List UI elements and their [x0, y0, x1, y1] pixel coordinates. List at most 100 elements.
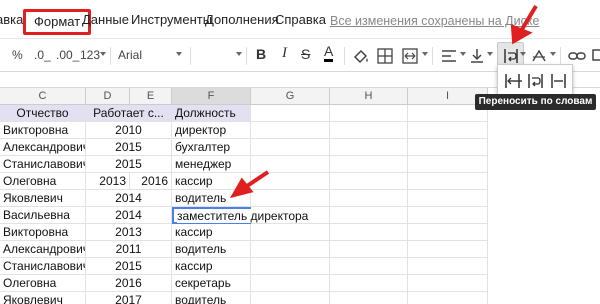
table-cell-year[interactable]: 2011	[86, 241, 172, 258]
grid-cell[interactable]	[330, 241, 408, 258]
menu-help[interactable]: Справка	[275, 12, 326, 28]
table-cell-patronymic[interactable]: Александрович	[0, 139, 86, 156]
column-header-c[interactable]: C	[0, 88, 86, 105]
table-cell-year[interactable]: 2016	[130, 173, 172, 190]
table-cell-patronymic[interactable]: Викторовна	[0, 122, 86, 139]
grid-cell[interactable]	[330, 292, 408, 304]
header-cell-position[interactable]: Должность	[172, 105, 251, 122]
grid-cell[interactable]	[408, 173, 488, 190]
grid-cell[interactable]	[251, 275, 330, 292]
table-cell-year[interactable]: 2014	[86, 190, 172, 207]
table-cell-patronymic[interactable]: Александрович	[0, 241, 86, 258]
table-cell-patronymic[interactable]: Олеговна	[0, 275, 86, 292]
menu-addons[interactable]: Дополнения	[205, 12, 279, 28]
grid-cell[interactable]	[251, 139, 330, 156]
overflow-icon[interactable]	[503, 72, 523, 90]
grid-cell[interactable]	[330, 105, 408, 122]
grid-cell[interactable]	[408, 241, 488, 258]
merge-cells-icon[interactable]	[402, 48, 418, 64]
grid-cell[interactable]	[330, 173, 408, 190]
grid-cell[interactable]	[251, 224, 330, 241]
table-cell-position[interactable]: бухгалтер	[172, 139, 251, 156]
table-cell-patronymic[interactable]: Олеговна	[0, 173, 86, 190]
grid-cell[interactable]	[408, 292, 488, 304]
grid-cell[interactable]	[408, 207, 488, 224]
clip-icon[interactable]	[549, 72, 569, 90]
grid-cell[interactable]	[251, 122, 330, 139]
comment-icon[interactable]	[592, 48, 600, 64]
table-cell-position[interactable]: кассир	[172, 258, 251, 275]
increase-decimal-button[interactable]: .00_	[56, 47, 79, 63]
table-cell-patronymic[interactable]: Яковлевич	[0, 190, 86, 207]
table-cell-year[interactable]: 2010	[86, 122, 172, 139]
table-cell-year[interactable]: 2017	[86, 292, 172, 304]
decrease-decimal-button[interactable]: .0_	[34, 47, 51, 63]
table-cell-patronymic[interactable]: Яковлевич	[0, 292, 86, 304]
column-header-d[interactable]: D	[86, 88, 130, 105]
fill-color-icon[interactable]	[352, 48, 370, 64]
grid-cell[interactable]	[330, 258, 408, 275]
font-family-select[interactable]: Arial	[118, 47, 142, 63]
grid-cell[interactable]	[408, 275, 488, 292]
table-cell-position[interactable]: водитель	[172, 190, 251, 207]
table-cell-position[interactable]: директор	[172, 122, 251, 139]
save-status[interactable]: Все изменения сохранены на Диске	[330, 13, 539, 29]
menu-tools[interactable]: Инструменты	[131, 12, 212, 28]
table-cell-position[interactable]: менеджер	[172, 156, 251, 173]
column-header-h[interactable]: H	[330, 88, 408, 105]
grid-cell[interactable]	[408, 190, 488, 207]
grid-cell[interactable]	[408, 139, 488, 156]
wrap-icon[interactable]	[526, 72, 546, 90]
percent-format-button[interactable]: %	[12, 47, 23, 63]
grid-cell[interactable]	[251, 241, 330, 258]
grid-cell[interactable]	[330, 156, 408, 173]
grid-cell[interactable]	[330, 207, 408, 224]
table-cell-year[interactable]: 2015	[86, 258, 172, 275]
table-cell-position[interactable]: водитель	[172, 241, 251, 258]
borders-icon[interactable]	[377, 48, 393, 64]
horizontal-align-icon[interactable]	[441, 48, 457, 64]
table-cell-year[interactable]: 2013	[86, 224, 172, 241]
strikethrough-button[interactable]: S	[301, 46, 310, 62]
grid-cell[interactable]	[251, 258, 330, 275]
menu-edit[interactable]: авка	[0, 12, 23, 28]
column-header-e[interactable]: E	[130, 88, 172, 105]
grid-cell[interactable]	[251, 156, 330, 173]
table-cell-year[interactable]: 2015	[86, 139, 172, 156]
column-header-g[interactable]: G	[251, 88, 330, 105]
table-cell-patronymic[interactable]: Станиславович	[0, 156, 86, 173]
table-cell-year[interactable]: 2013	[86, 173, 130, 190]
number-format-button[interactable]: 123	[80, 47, 100, 63]
grid-cell[interactable]	[330, 139, 408, 156]
link-icon[interactable]	[568, 48, 586, 64]
table-cell-position[interactable]: водитель	[172, 292, 251, 304]
grid-cell[interactable]	[330, 122, 408, 139]
table-cell-position[interactable]: кассир	[172, 173, 251, 190]
grid-cell[interactable]	[408, 258, 488, 275]
grid-cell[interactable]	[330, 275, 408, 292]
italic-button[interactable]: I	[282, 45, 287, 61]
header-cell-works-since[interactable]: Работает с...	[86, 105, 172, 122]
table-cell-year[interactable]: 2015	[86, 156, 172, 173]
table-cell-position[interactable]: секретарь	[172, 275, 251, 292]
grid-cell[interactable]	[408, 224, 488, 241]
table-cell-patronymic[interactable]: Станиславович	[0, 258, 86, 275]
table-cell-year[interactable]: 2016	[86, 275, 172, 292]
table-cell-patronymic[interactable]: Васильевна	[0, 207, 86, 224]
column-header-f[interactable]: F	[172, 88, 251, 105]
grid-cell[interactable]	[330, 224, 408, 241]
grid-cell[interactable]	[251, 292, 330, 304]
bold-button[interactable]: B	[256, 46, 266, 62]
table-cell-position[interactable]: кассир	[172, 224, 251, 241]
grid-cell[interactable]	[408, 156, 488, 173]
grid-cell[interactable]	[408, 122, 488, 139]
grid-cell[interactable]	[330, 190, 408, 207]
grid-cell[interactable]	[251, 105, 330, 122]
grid-cell[interactable]	[251, 173, 330, 190]
table-cell-patronymic[interactable]: Викторовна	[0, 224, 86, 241]
header-cell-patronymic[interactable]: Отчество	[0, 105, 86, 122]
vertical-align-icon[interactable]	[470, 48, 484, 64]
table-cell-year[interactable]: 2014	[86, 207, 172, 224]
text-rotation-icon[interactable]	[531, 48, 547, 64]
text-color-button[interactable]: A	[324, 44, 334, 62]
